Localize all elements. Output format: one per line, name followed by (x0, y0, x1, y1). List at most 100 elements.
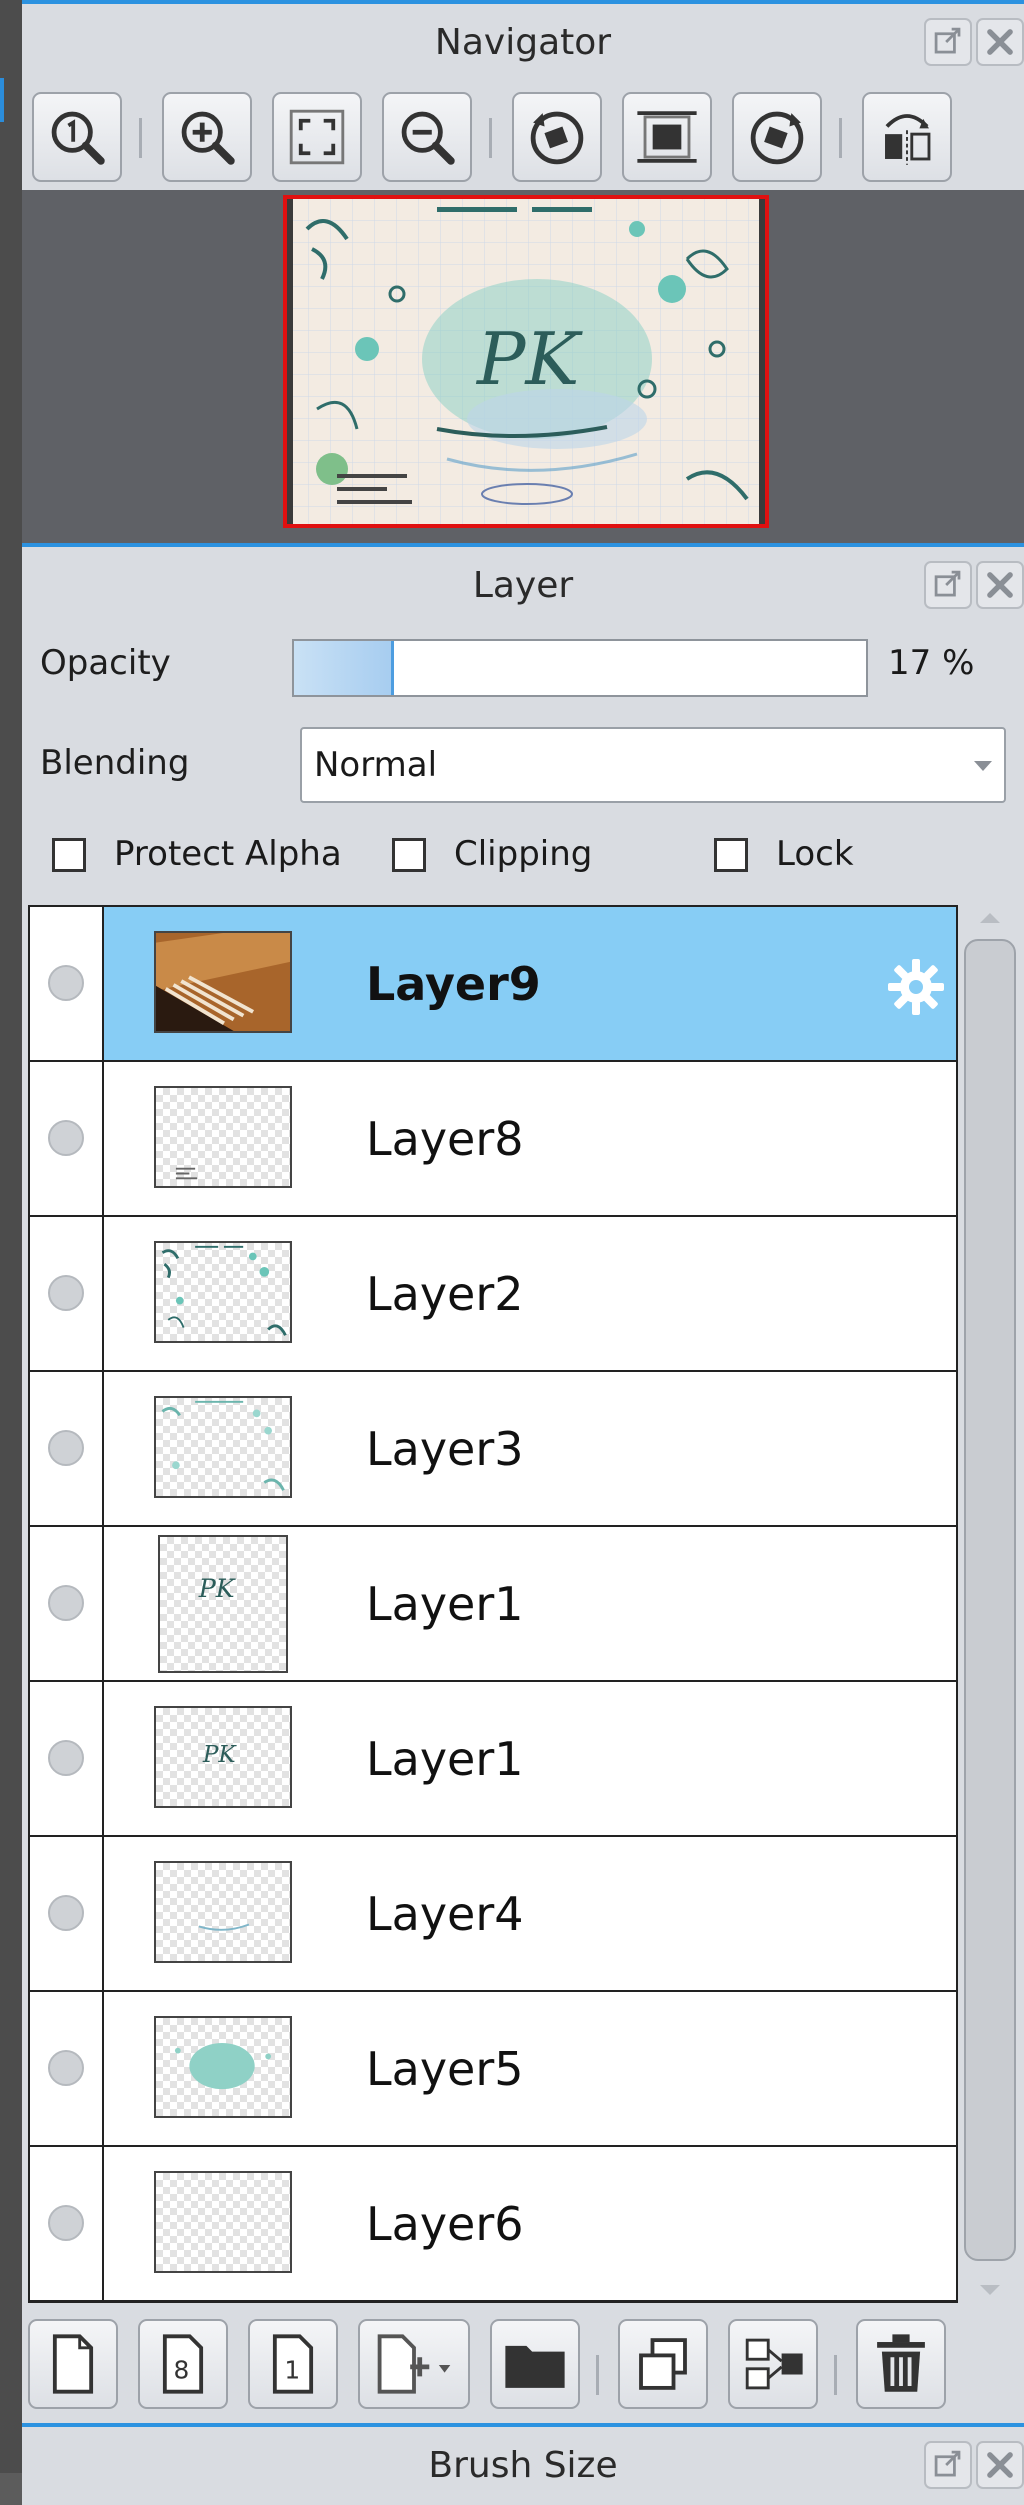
layer-row-content[interactable]: Layer9 (104, 907, 956, 1060)
svg-text:8: 8 (173, 2355, 189, 2384)
rotate-left-icon (530, 111, 584, 165)
svg-text:PK: PK (198, 1574, 237, 1603)
layer-row[interactable]: Layer5 (30, 1992, 956, 2147)
zoom-in-button[interactable] (162, 92, 252, 182)
layer-thumbnail (154, 1396, 292, 1498)
layer-list[interactable]: Layer9 Layer8 Layer2 Layer3 PK Layer1 PK… (28, 905, 958, 2303)
navigator-close-button[interactable] (976, 18, 1024, 66)
layer-toolbar: 8 1 (22, 2305, 1024, 2423)
brush-size-titlebar[interactable]: Brush Size (22, 2427, 1024, 2505)
toolbar-separator (139, 118, 142, 158)
layer-visibility-cell[interactable] (30, 1217, 104, 1370)
layer-row-content[interactable]: PK Layer1 (104, 1682, 956, 1835)
layer-row-content[interactable]: Layer6 (104, 2147, 956, 2300)
rotate-left-button[interactable] (512, 92, 602, 182)
new-layer-button[interactable] (28, 2319, 118, 2409)
layer-visibility-cell[interactable] (30, 1837, 104, 1990)
scroll-down-icon[interactable] (980, 2285, 1000, 2295)
popout-icon (934, 570, 961, 597)
duplicate-layer-button[interactable] (618, 2319, 708, 2409)
chevron-down-icon (974, 761, 992, 771)
toolbar-separator (839, 118, 842, 158)
decor-light-layer-thumbnail (161, 1400, 285, 1491)
visibility-dot-icon[interactable] (48, 1120, 84, 1156)
visibility-dot-icon[interactable] (48, 2050, 84, 2086)
layer-visibility-cell[interactable] (30, 907, 104, 1060)
opacity-label: Opacity (40, 643, 171, 683)
navigator-titlebar[interactable]: Navigator (22, 4, 1024, 82)
layer-row-content[interactable]: Layer4 (104, 1837, 956, 1990)
layer-row[interactable]: Layer9 (30, 907, 956, 1062)
new-folder-button[interactable] (490, 2319, 580, 2409)
visibility-dot-icon[interactable] (48, 2205, 84, 2241)
layer-visibility-cell[interactable] (30, 2147, 104, 2300)
layer-row[interactable]: Layer4 (30, 1837, 956, 1992)
zoom-actual-size-button[interactable] (32, 92, 122, 182)
layer-name: Layer2 (366, 1267, 524, 1321)
layer-row[interactable]: Layer6 (30, 2147, 956, 2301)
layer-row-content[interactable]: Layer5 (104, 1992, 956, 2145)
visibility-dot-icon[interactable] (48, 1275, 84, 1311)
layer-row[interactable]: Layer2 (30, 1217, 956, 1372)
layer-row[interactable]: PK Layer1 (30, 1527, 956, 1682)
navigator-preview-area[interactable]: PK (22, 190, 1024, 543)
layer-row[interactable]: Layer3 (30, 1372, 956, 1527)
layer-panel: Layer Opacity 17 % Blending Normal Prote… (22, 543, 1024, 2423)
visibility-dot-icon[interactable] (48, 1895, 84, 1931)
rotate-right-button[interactable] (732, 92, 822, 182)
pk-lettering-thumbnail: PK (202, 1742, 238, 1768)
new-8bit-layer-button[interactable]: 8 (138, 2319, 228, 2409)
layer-list-scrollbar[interactable] (960, 905, 1020, 2303)
gear-icon[interactable] (884, 955, 948, 1019)
brush-size-title: Brush Size (428, 2445, 618, 2486)
add-layer-menu-button[interactable] (358, 2319, 470, 2409)
flip-horizontal-icon (885, 114, 931, 165)
merge-down-button[interactable] (728, 2319, 818, 2409)
layer-visibility-cell[interactable] (30, 1062, 104, 1215)
layer-row-content[interactable]: Layer8 (104, 1062, 956, 1215)
reset-rotation-button[interactable] (622, 92, 712, 182)
navigator-view-rectangle[interactable]: PK (283, 195, 769, 528)
layer-visibility-cell[interactable] (30, 1372, 104, 1525)
navigator-popout-button[interactable] (924, 18, 972, 66)
visibility-dot-icon[interactable] (48, 965, 84, 1001)
navigator-title: Navigator (434, 22, 612, 63)
layer-thumbnail: PK (158, 1535, 288, 1673)
canvas-thumbnail-text: PK (475, 317, 583, 401)
visibility-dot-icon[interactable] (48, 1430, 84, 1466)
svg-text:1: 1 (284, 2355, 300, 2384)
visibility-dot-icon[interactable] (48, 1585, 84, 1621)
delete-layer-button[interactable] (856, 2319, 946, 2409)
layer-visibility-cell[interactable] (30, 1527, 104, 1680)
layer-close-button[interactable] (976, 561, 1024, 609)
zoom-out-button[interactable] (382, 92, 472, 182)
fit-to-window-button[interactable] (272, 92, 362, 182)
lock-box[interactable] (714, 838, 748, 872)
layer-row[interactable]: Layer8 (30, 1062, 956, 1217)
add-layer-menu-icon (377, 2334, 451, 2394)
blending-mode-select[interactable]: Normal (300, 727, 1006, 803)
layer-row-content[interactable]: Layer2 (104, 1217, 956, 1370)
new-1bit-layer-button[interactable]: 1 (248, 2319, 338, 2409)
layer-row-content[interactable]: PK Layer1 (104, 1527, 956, 1680)
protect-alpha-box[interactable] (52, 838, 86, 872)
opacity-slider[interactable] (292, 639, 868, 697)
clipping-box[interactable] (392, 838, 426, 872)
layer-titlebar[interactable]: Layer (22, 547, 1024, 625)
visibility-dot-icon[interactable] (48, 1740, 84, 1776)
scrollbar-thumb[interactable] (964, 939, 1016, 2261)
text-layer-thumbnail (175, 1167, 198, 1180)
layer-visibility-cell[interactable] (30, 1992, 104, 2145)
layer-row[interactable]: PK Layer1 (30, 1682, 956, 1837)
flip-horizontal-button[interactable] (862, 92, 952, 182)
svg-text:PK: PK (202, 1742, 238, 1768)
scroll-up-icon[interactable] (980, 913, 1000, 923)
layer-thumbnail (154, 2171, 292, 2273)
brush-size-close-button[interactable] (976, 2441, 1024, 2489)
brush-size-popout-button[interactable] (924, 2441, 972, 2489)
new-8bit-layer-icon: 8 (162, 2334, 204, 2394)
pk-lettering-thumbnail: PK (198, 1574, 237, 1603)
layer-visibility-cell[interactable] (30, 1682, 104, 1835)
layer-popout-button[interactable] (924, 561, 972, 609)
layer-row-content[interactable]: Layer3 (104, 1372, 956, 1525)
